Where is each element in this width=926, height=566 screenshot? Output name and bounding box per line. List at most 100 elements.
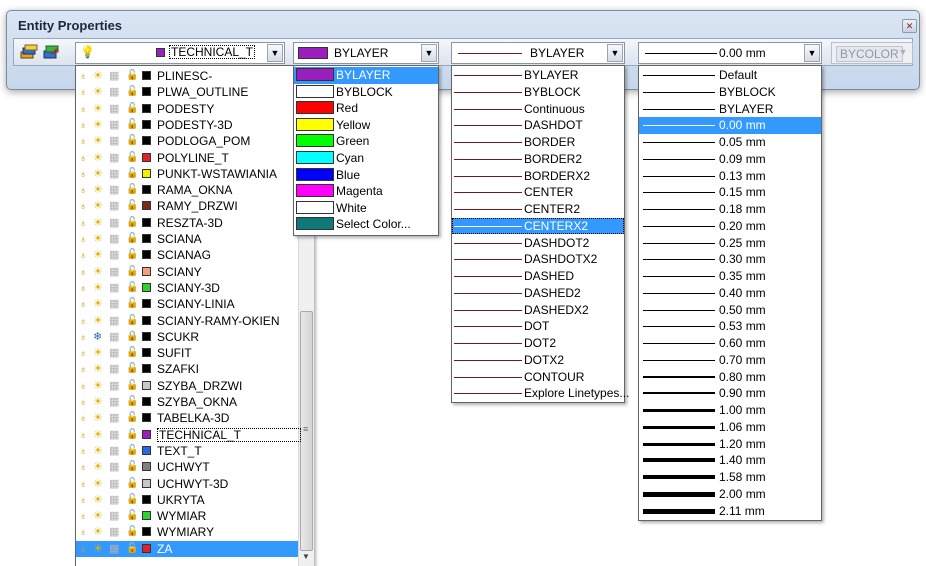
layer-color-swatch[interactable]	[142, 282, 151, 292]
layer-color-swatch[interactable]	[142, 511, 151, 521]
linetype-combo[interactable]: BYLAYER ▼	[451, 42, 625, 64]
viewport-freeze-icon[interactable]: ▦	[109, 461, 119, 473]
lineweight-list-item[interactable]: 0.70 mm	[639, 352, 821, 368]
layer-color-swatch[interactable]	[142, 397, 151, 406]
linetype-list-item[interactable]: CENTER	[452, 184, 624, 200]
viewport-freeze-icon[interactable]: ▦	[109, 298, 119, 310]
viewport-freeze-icon[interactable]: ▦	[109, 412, 119, 424]
layer-list-item[interactable]: ♀ ☀ ▦ 🔓 SCIANAG	[76, 247, 298, 263]
sun-icon[interactable]: ☀	[93, 119, 103, 131]
viewport-freeze-icon[interactable]: ▦	[109, 510, 119, 522]
lock-open-icon[interactable]: 🔓	[126, 168, 138, 180]
lineweight-list-item[interactable]: 1.00 mm	[639, 402, 821, 418]
layer-color-swatch[interactable]	[142, 331, 151, 341]
lock-open-icon[interactable]: 🔓	[126, 217, 138, 229]
viewport-freeze-icon[interactable]: ▦	[109, 380, 119, 392]
lock-open-icon[interactable]: 🔓	[126, 510, 138, 522]
color-list-item[interactable]: BYLAYER	[294, 67, 438, 84]
layer-list-item[interactable]: ♀ ☀ ▦ 🔓 POLYLINE_T	[76, 150, 298, 166]
layer-list-item[interactable]: ♀ ☀ ▦ 🔓 SCIANY-RAMY-OKIEN	[76, 313, 298, 329]
scroll-down-arrow-icon[interactable]: ▼	[302, 552, 310, 561]
lineweight-list-item[interactable]: 0.13 mm	[639, 168, 821, 184]
viewport-freeze-icon[interactable]: ▦	[109, 363, 119, 375]
lock-open-icon[interactable]: 🔓	[126, 249, 138, 261]
layer-list-item[interactable]: ♀ ☀ ▦ 🔓 RESZTA-3D	[76, 215, 298, 231]
lineweight-list-item[interactable]: BYLAYER	[639, 101, 821, 117]
linetype-list-item[interactable]: Continuous	[452, 101, 624, 117]
lineweight-list-item[interactable]: 0.05 mm	[639, 134, 821, 150]
layer-list-item[interactable]: ♀ ☀ ▦ 🔓 UCHWYT	[76, 459, 298, 475]
layer-list-item[interactable]: ♀ ☀ ▦ 🔓 TECHNICAL_T	[76, 427, 302, 443]
layer-color-swatch[interactable]	[142, 217, 151, 227]
linetype-list-item[interactable]: DOTX2	[452, 352, 624, 368]
sun-icon[interactable]: ☀	[93, 380, 103, 392]
viewport-freeze-icon[interactable]: ▦	[109, 347, 119, 359]
layer-list-item[interactable]: ♀ ☀ ▦ 🔓 SZAFKI	[76, 361, 298, 377]
linetype-dropdown-list[interactable]: BYLAYER BYBLOCK Continuous DASHDOT BORDER BOR…	[451, 65, 629, 403]
lock-open-icon[interactable]: 🔓	[126, 135, 138, 147]
linetype-list-item[interactable]: CONTOUR	[452, 369, 624, 385]
linetype-list-item[interactable]: CENTERX2	[452, 217, 624, 235]
layer-list-item[interactable]: ♀ ☀ ▦ 🔓 TABELKA-3D	[76, 410, 298, 426]
sun-icon[interactable]: ☀	[93, 266, 103, 278]
sun-icon[interactable]: ☀	[93, 184, 103, 196]
lock-open-icon[interactable]: 🔓	[126, 103, 138, 115]
sun-icon[interactable]: ☀	[93, 494, 103, 506]
layer-list-item[interactable]: ♀ ☀ ▦ 🔓 TEXT_T	[76, 443, 298, 459]
lineweight-list-item[interactable]: 1.40 mm	[639, 452, 821, 468]
lock-open-icon[interactable]: 🔓	[126, 363, 138, 375]
layer-color-swatch[interactable]	[142, 119, 151, 129]
lineweight-list-item[interactable]: 1.20 mm	[639, 436, 821, 452]
viewport-freeze-icon[interactable]: ▦	[109, 103, 119, 115]
sun-icon[interactable]: ☀	[93, 461, 103, 473]
layer-color-swatch[interactable]	[142, 234, 151, 243]
bulb-icon[interactable]: ♀	[79, 70, 87, 82]
layer-list-item[interactable]: ♀ ☀ ▦ 🔓 WYMIAR	[76, 508, 298, 524]
lock-open-icon[interactable]: 🔓	[126, 282, 138, 294]
layer-color-swatch[interactable]	[142, 185, 151, 195]
close-icon[interactable]: ✕	[902, 19, 917, 33]
lineweight-list-item[interactable]: BYBLOCK	[639, 84, 821, 100]
viewport-freeze-icon[interactable]: ▦	[109, 119, 119, 131]
lineweight-list-item[interactable]: 0.90 mm	[639, 385, 821, 401]
layer-list-item[interactable]: ♀ ☀ ▦ 🔓 PODESTY-3D	[76, 117, 298, 133]
color-dropdown-list[interactable]: BYLAYER BYBLOCK Red Yellow Green Cyan Blue Mage…	[293, 65, 439, 236]
sun-icon[interactable]: ☀	[93, 396, 103, 408]
layer-color-swatch[interactable]	[142, 299, 151, 309]
bulb-icon[interactable]: ♀	[79, 233, 87, 245]
bulb-icon[interactable]: ♀	[79, 184, 87, 196]
layer-list-item[interactable]: ♀ ☀ ▦ 🔓 UKRYTA	[76, 492, 298, 508]
lock-open-icon[interactable]: 🔓	[126, 494, 138, 506]
layer-list-item[interactable]: ♀ ☀ ▦ 🔓 SCIANY-3D	[76, 280, 298, 296]
lock-open-icon[interactable]: 🔓	[126, 184, 138, 196]
lock-open-icon[interactable]: 🔓	[126, 461, 138, 473]
linetype-list-item[interactable]: BORDER2	[452, 151, 624, 167]
bulb-icon[interactable]: ♀	[79, 266, 87, 278]
linetype-list-item[interactable]: CENTER2	[452, 201, 624, 217]
layer-list-item[interactable]: ♀ ☀ ▦ 🔓 SCIANY	[76, 264, 298, 280]
lock-open-icon[interactable]: 🔓	[126, 396, 138, 408]
lineweight-list-item[interactable]: 0.53 mm	[639, 318, 821, 334]
layer-color-swatch[interactable]	[142, 527, 151, 537]
layer-list-item[interactable]: ♀ ☀ ▦ 🔓 PODESTY	[76, 101, 298, 117]
lineweight-list-item[interactable]: 0.20 mm	[639, 218, 821, 234]
lineweight-dropdown-list[interactable]: Default BYBLOCK BYLAYER 0.00 mm 0.05 mm 0.09 …	[638, 65, 822, 521]
viewport-freeze-icon[interactable]: ▦	[109, 331, 119, 343]
bulb-icon[interactable]: ♀	[79, 103, 87, 115]
bulb-icon[interactable]: ♀	[79, 152, 87, 164]
layer-manager-icon[interactable]	[20, 44, 38, 60]
sun-icon[interactable]: ☀	[93, 249, 103, 261]
lineweight-combo[interactable]: 0.00 mm ▼	[638, 42, 822, 64]
color-list-item[interactable]: BYBLOCK	[294, 84, 438, 101]
linetype-list-item[interactable]: DOT2	[452, 335, 624, 351]
sun-icon[interactable]: ☀	[93, 200, 103, 212]
sun-icon[interactable]: ☀	[93, 543, 103, 555]
bulb-icon[interactable]: ♀	[79, 429, 87, 441]
lock-open-icon[interactable]: 🔓	[126, 380, 138, 392]
sun-icon[interactable]: ☀	[93, 526, 103, 538]
viewport-freeze-icon[interactable]: ▦	[109, 266, 119, 278]
sun-icon[interactable]: ☀	[93, 282, 103, 294]
lineweight-list-item[interactable]: 0.09 mm	[639, 151, 821, 167]
color-combo[interactable]: BYLAYER ▼	[293, 42, 439, 64]
lineweight-list-item[interactable]: 0.35 mm	[639, 268, 821, 284]
